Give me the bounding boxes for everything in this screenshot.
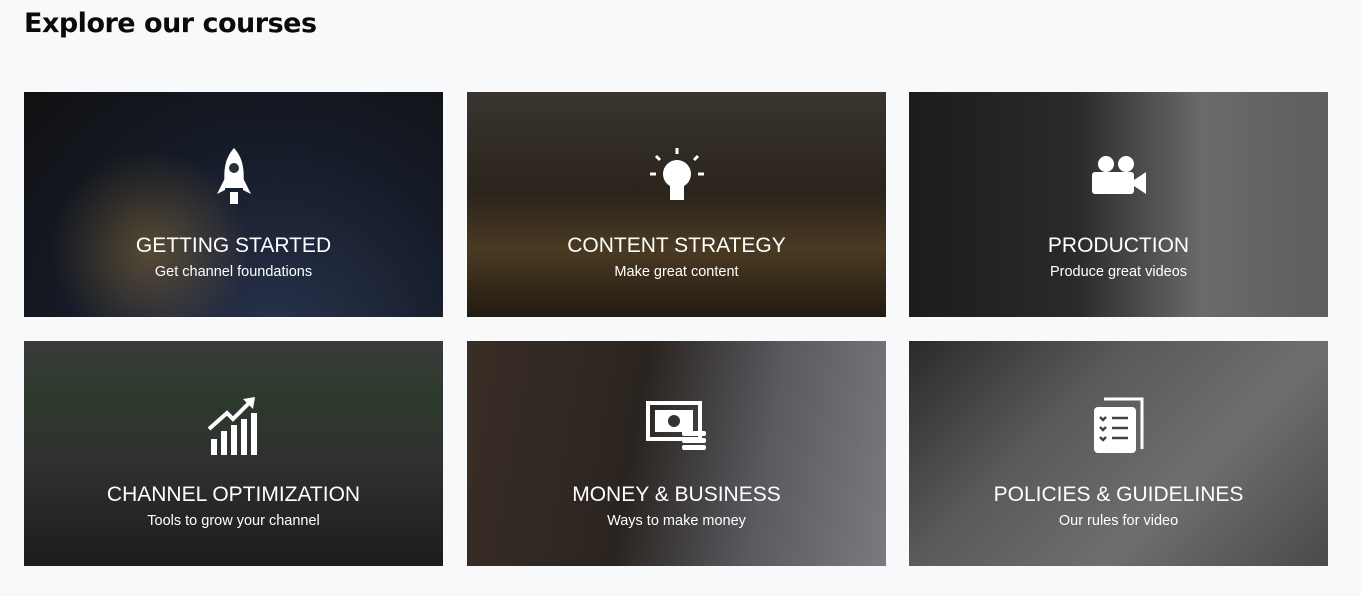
lightbulb-icon xyxy=(649,148,704,200)
course-card-getting-started[interactable]: GETTING STARTED Get channel foundations xyxy=(24,92,443,317)
growth-chart-icon xyxy=(207,397,257,455)
course-title: PRODUCTION xyxy=(1047,234,1190,257)
course-subtitle: Make great content xyxy=(614,264,739,280)
course-subtitle: Tools to grow your channel xyxy=(147,513,320,529)
money-icon xyxy=(645,401,706,450)
course-subtitle: Our rules for video xyxy=(1058,513,1179,529)
course-title: GETTING STARTED xyxy=(135,234,332,257)
video-camera-icon xyxy=(1091,156,1146,194)
course-subtitle: Produce great videos xyxy=(1049,264,1188,280)
course-title: POLICIES & GUIDELINES xyxy=(993,483,1244,506)
course-card-policies-guidelines[interactable]: POLICIES & GUIDELINES Our rules for vide… xyxy=(909,341,1328,566)
course-card-money-business[interactable]: MONEY & BUSINESS Ways to make money xyxy=(467,341,886,566)
rocket-icon xyxy=(216,148,251,204)
course-card-production[interactable]: PRODUCTION Produce great videos xyxy=(909,92,1328,317)
course-subtitle: Get channel foundations xyxy=(154,264,313,280)
course-card-channel-optimization[interactable]: CHANNEL OPTIMIZATION Tools to grow your … xyxy=(24,341,443,566)
course-subtitle: Ways to make money xyxy=(607,513,746,529)
course-card-content-strategy[interactable]: CONTENT STRATEGY Make great content xyxy=(467,92,886,317)
checklist-icon xyxy=(1093,397,1143,453)
page-title: Explore our courses xyxy=(24,8,317,39)
course-title: MONEY & BUSINESS xyxy=(572,483,781,506)
course-title: CONTENT STRATEGY xyxy=(567,234,786,257)
course-title: CHANNEL OPTIMIZATION xyxy=(106,483,361,506)
